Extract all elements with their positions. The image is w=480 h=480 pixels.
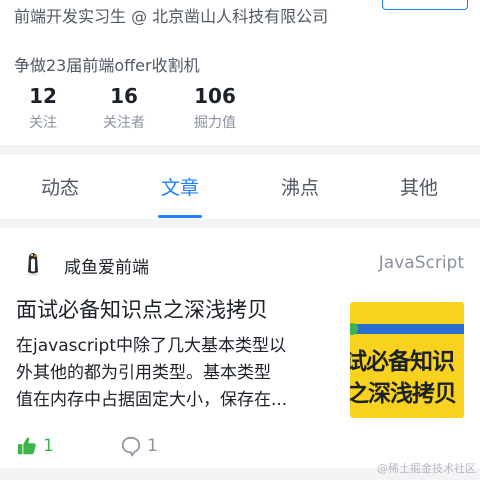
article-thumbnail[interactable]: 试必备知识 之深浅拷贝	[350, 302, 464, 418]
thumbs-up-icon[interactable]	[16, 435, 38, 457]
article-title[interactable]: 面试必备知识点之深浅拷贝	[16, 294, 268, 324]
bio: 争做23届前端offer收割机	[14, 56, 200, 75]
summary-line: 值在内存中占据固定大小，保存在...	[16, 390, 288, 410]
article-card[interactable]: 咸鱼爱前端 JavaScript 面试必备知识点之深浅拷贝 在javascrip…	[0, 228, 480, 468]
author-avatar[interactable]	[14, 244, 52, 282]
tab-other[interactable]: 其他	[379, 173, 459, 200]
article-summary[interactable]: 在javascript中除了几大基本类型以 外其他的都为引用类型。基本类型 值在…	[16, 333, 338, 414]
stat-value: 106	[194, 84, 236, 108]
comment-icon[interactable]	[120, 435, 142, 457]
tab-activity[interactable]: 动态	[20, 173, 100, 200]
thumbnail-text: 之深浅拷贝	[350, 381, 457, 407]
stat-label: 掘力值	[194, 115, 236, 131]
tab-articles[interactable]: 文章	[140, 173, 220, 200]
watermark: @稀土掘金技术社区	[377, 462, 476, 475]
tab-pins[interactable]: 沸点	[260, 173, 340, 200]
stat-value: 12	[29, 84, 57, 108]
thumbnail-bar	[350, 324, 464, 334]
job-title: 前端开发实习生 @ 北京凿山人科技有限公司	[14, 7, 329, 26]
edit-profile-button[interactable]	[382, 0, 468, 10]
stat-following[interactable]: 12 关注	[18, 84, 68, 133]
stat-power[interactable]: 106 掘力值	[185, 84, 245, 133]
stat-followers[interactable]: 16 关注者	[96, 84, 152, 133]
stat-label: 关注	[29, 115, 57, 131]
comment-count: 1	[147, 436, 158, 456]
profile-header: 前端开发实习生 @ 北京凿山人科技有限公司 争做23届前端offer收割机 12…	[0, 0, 480, 145]
author-name[interactable]: 咸鱼爱前端	[64, 253, 149, 278]
thumbnail-text: 试必备知识	[350, 349, 455, 375]
summary-line: 在javascript中除了几大基本类型以	[16, 336, 286, 356]
summary-line: 外其他的都为引用类型。基本类型	[16, 363, 271, 383]
stat-label: 关注者	[103, 115, 145, 131]
active-tab-indicator	[158, 215, 202, 218]
stat-value: 16	[110, 84, 138, 108]
category-tag[interactable]: JavaScript	[379, 253, 464, 273]
like-count: 1	[43, 436, 54, 456]
tab-bar: 动态 文章 沸点 其他	[0, 155, 480, 219]
